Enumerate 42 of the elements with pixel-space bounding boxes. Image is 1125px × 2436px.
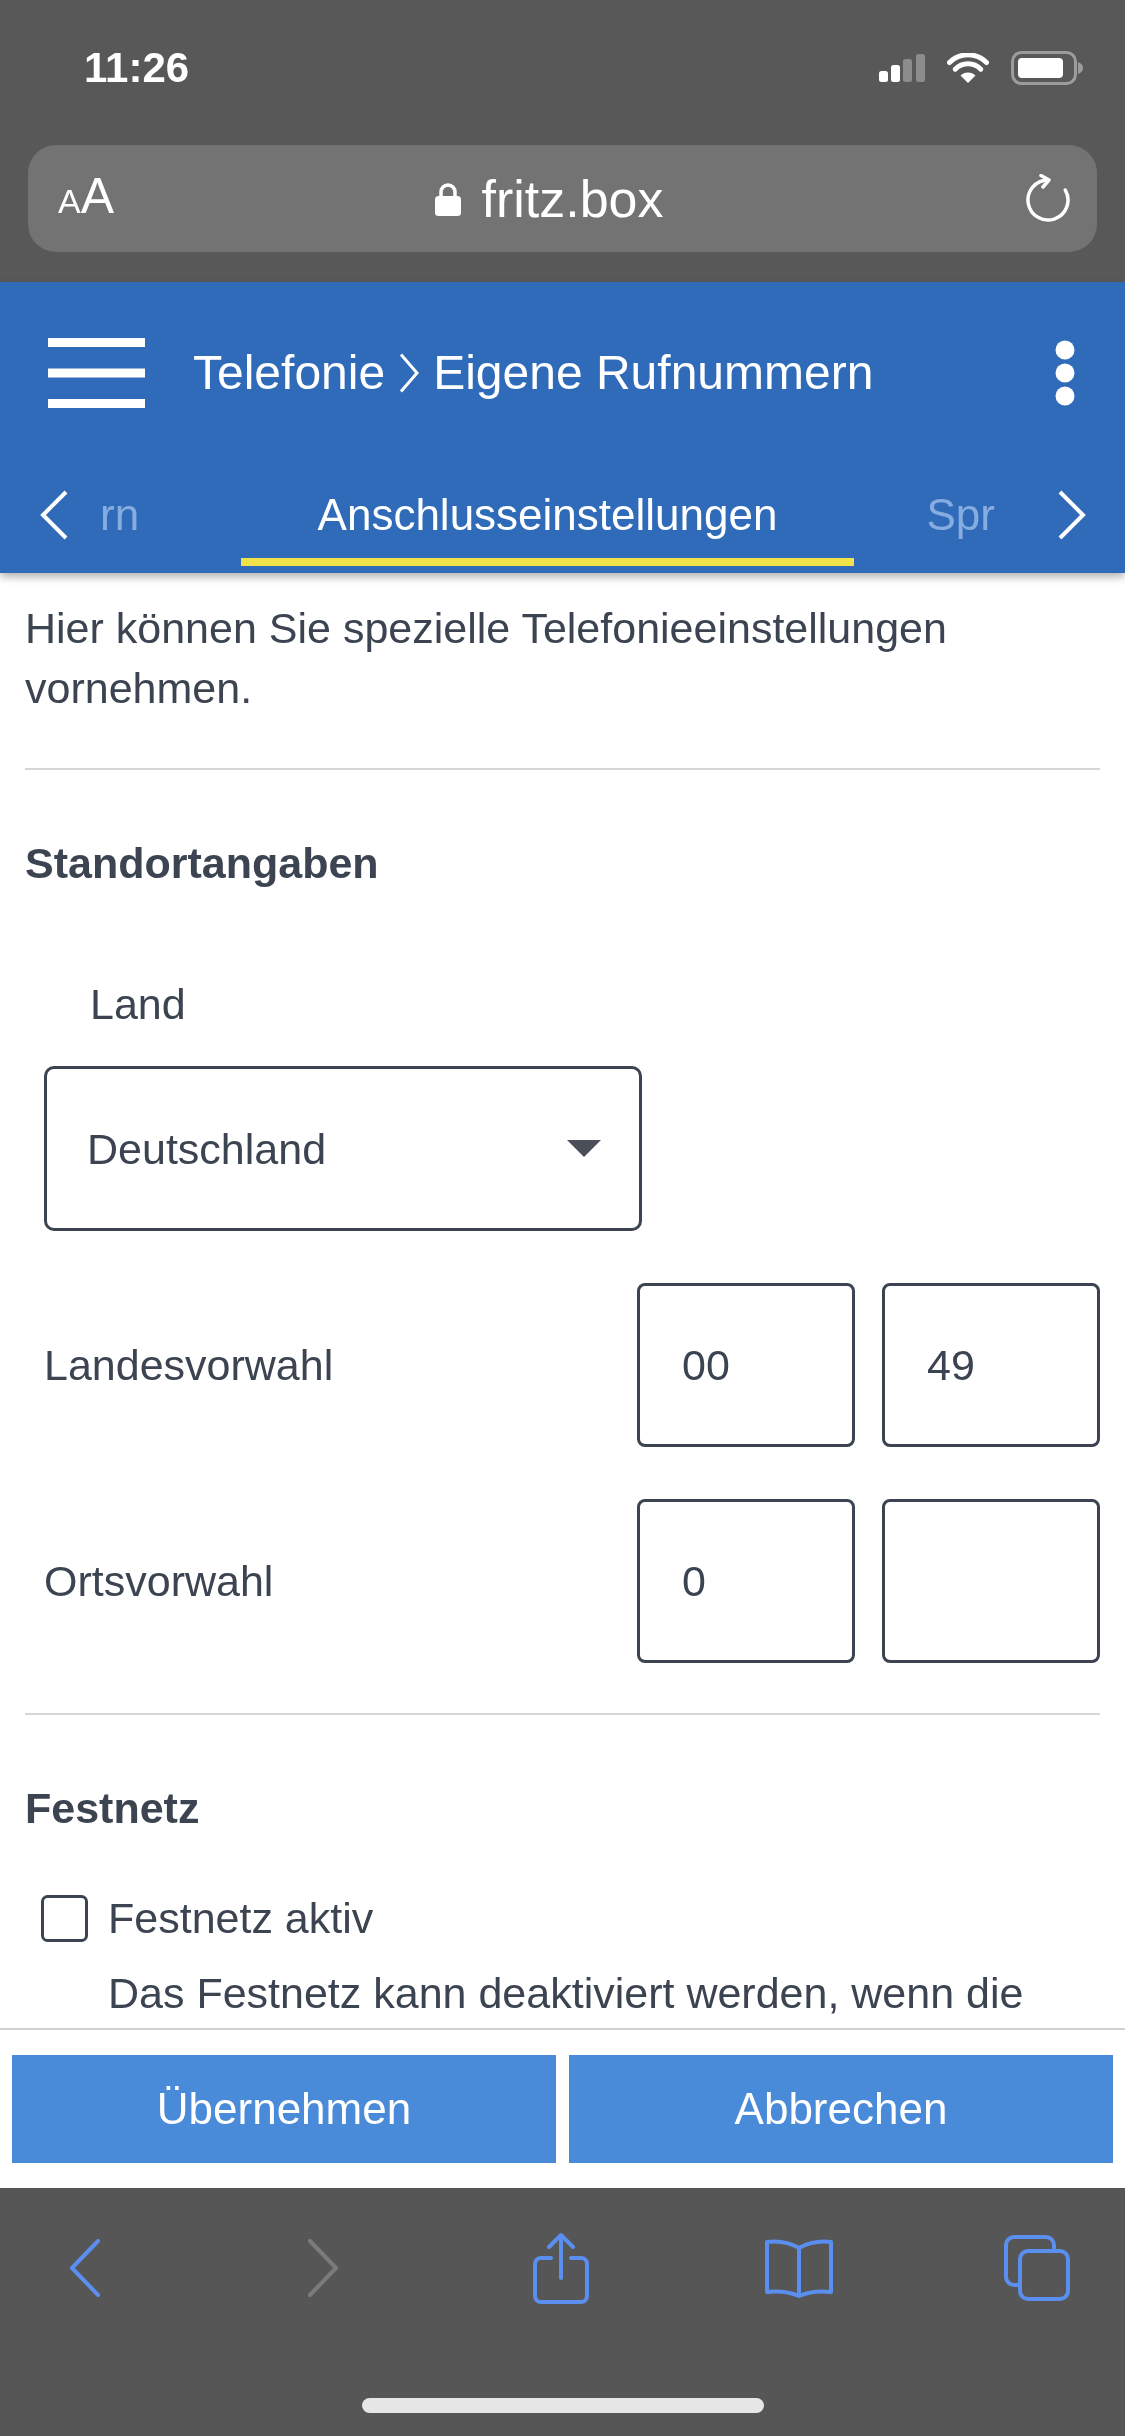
reload-button[interactable]	[1025, 173, 1071, 224]
chevron-right-icon	[399, 353, 420, 393]
checkbox-label[interactable]: Festnetz aktiv	[108, 1888, 374, 1948]
share-icon	[533, 2232, 589, 2304]
tab[interactable]: Anschlusseinstellungen	[241, 464, 854, 566]
breadcrumb-item: Eigene Rufnummern	[433, 345, 874, 401]
action-button[interactable]: Abbrechen	[569, 2055, 1113, 2163]
caret-down-icon	[567, 1140, 601, 1157]
input-field[interactable]: 00	[637, 1283, 855, 1447]
menu-icon	[48, 338, 145, 408]
chevron-left-icon	[69, 2239, 101, 2297]
chevron-right-icon	[307, 2239, 339, 2297]
vertical-dots-icon	[1055, 340, 1075, 406]
chevron-left-icon	[40, 490, 68, 540]
signal-icon	[879, 54, 925, 82]
field-label: Land	[90, 979, 187, 1030]
input-field[interactable]: 0	[637, 1499, 855, 1663]
description-text: Das Festnetz kann deaktiviert werden, wenn die	[107, 1968, 1025, 2019]
input-field[interactable]	[882, 1499, 1100, 1663]
text-size-button[interactable]: AA	[58, 168, 115, 229]
reload-icon	[1025, 173, 1071, 224]
battery-icon	[1011, 51, 1083, 85]
input-field[interactable]: 49	[882, 1283, 1100, 1447]
url-text[interactable]: fritz.box	[481, 168, 664, 229]
checkbox[interactable]	[41, 1894, 88, 1942]
overlapping-squares-icon	[1004, 2235, 1070, 2301]
menu-button[interactable]	[48, 338, 145, 408]
section-title: Standortangaben	[25, 838, 380, 889]
section-title: Festnetz	[25, 1783, 201, 1834]
wifi-icon	[947, 53, 989, 83]
chevron-right-icon	[1058, 490, 1086, 540]
status-time: 11:26	[84, 43, 190, 93]
field-label: Landesvorwahl	[44, 1340, 335, 1391]
country-dropdown[interactable]: Deutschland	[44, 1066, 642, 1231]
lock-icon	[435, 181, 462, 216]
open-book-icon	[763, 2238, 835, 2298]
intro-text: Hier können Sie spezielle Telefonieeinstellungen vornehmen.	[25, 603, 948, 714]
breadcrumb-item[interactable]: Telefonie	[193, 344, 386, 402]
field-label: Ortsvorwahl	[44, 1556, 275, 1607]
action-button[interactable]: Übernehmen	[12, 2055, 556, 2163]
address-bar[interactable]: AA fritz.box	[28, 145, 1097, 252]
more-button[interactable]	[1055, 340, 1075, 406]
